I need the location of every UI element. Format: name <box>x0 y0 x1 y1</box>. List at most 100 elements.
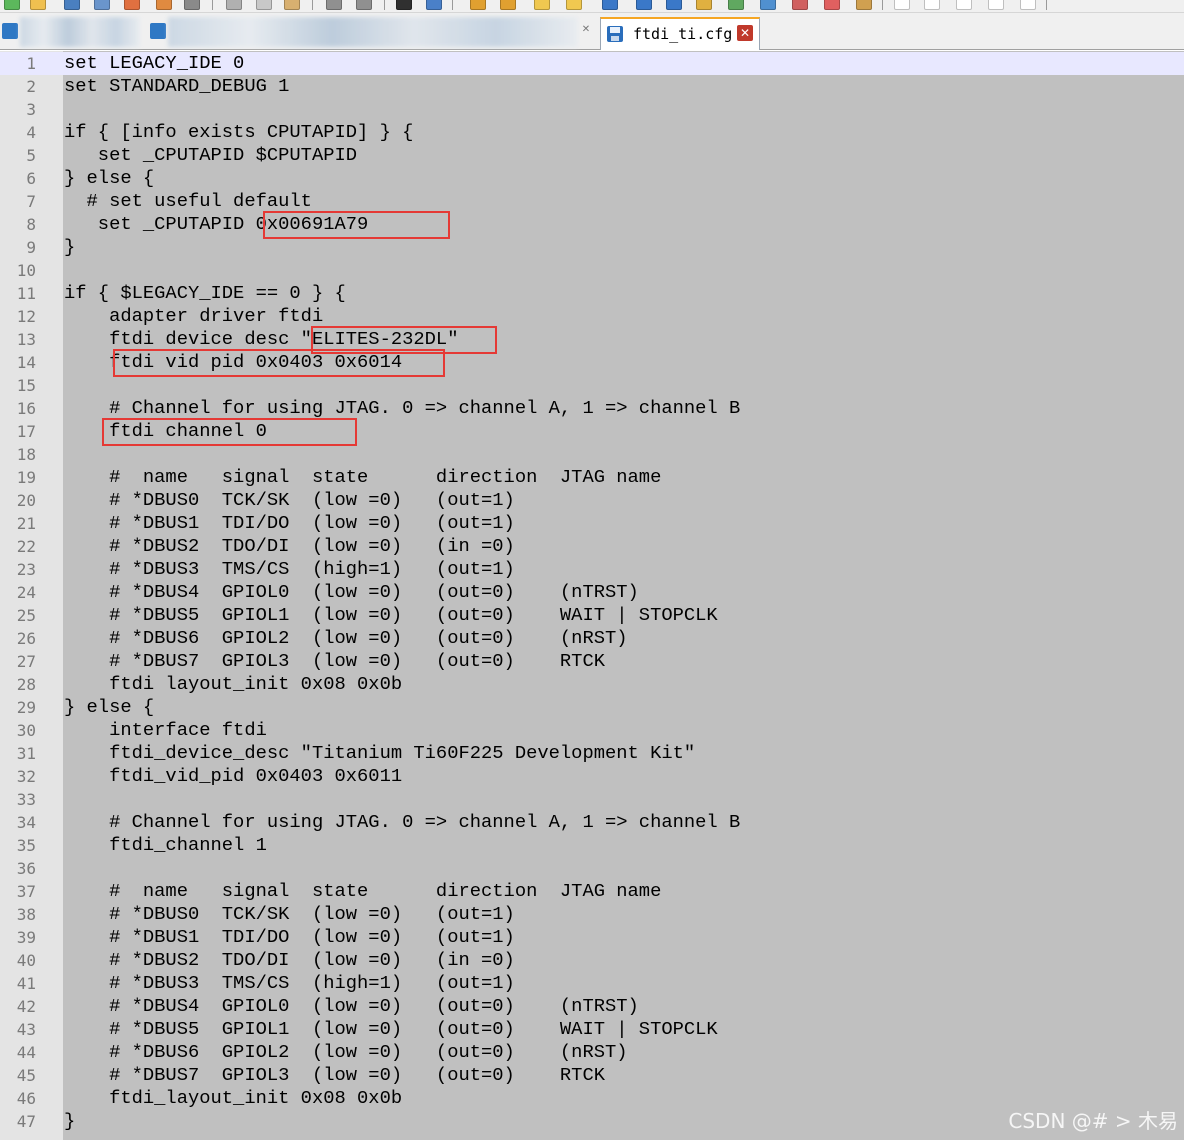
folder-workspace-icon[interactable] <box>792 0 808 10</box>
save-icon[interactable] <box>64 0 80 10</box>
save-all-icon[interactable] <box>94 0 110 10</box>
code-line[interactable]: 24 # *DBUS4 GPIOL0 (low =0) (out=0) (nTR… <box>0 581 1184 604</box>
code-line[interactable]: 2 set STANDARD_DEBUG 1 <box>0 75 1184 98</box>
code-line[interactable]: 9} <box>0 236 1184 259</box>
zoom-out-icon[interactable] <box>500 0 516 10</box>
macro-extra-icon[interactable] <box>1020 0 1036 10</box>
code-line[interactable]: 40 # *DBUS2 TDO/DI (low =0) (in =0) <box>0 949 1184 972</box>
line-text: # *DBUS4 GPIOL0 (low =0) (out=0) (nTRST) <box>64 995 639 1017</box>
file-saved-icon <box>607 26 623 42</box>
code-line[interactable]: 29} else { <box>0 696 1184 719</box>
close-all-icon[interactable] <box>156 0 172 10</box>
replace-icon[interactable] <box>426 0 442 10</box>
code-line[interactable]: 27 # *DBUS7 GPIOL3 (low =0) (out=0) RTCK <box>0 650 1184 673</box>
code-line[interactable]: 13 ftdi device desc "ELITES-232DL" <box>0 328 1184 351</box>
toolbar-separator <box>312 0 313 10</box>
macro-run-multiple-icon[interactable] <box>956 0 972 10</box>
code-line[interactable]: 1 set LEGACY_IDE 0 <box>0 52 1184 75</box>
code-line[interactable]: 35 ftdi_channel 1 <box>0 834 1184 857</box>
undo-icon[interactable] <box>326 0 342 10</box>
code-line[interactable]: 36 <box>0 857 1184 880</box>
sync-scroll-h-icon[interactable] <box>566 0 582 10</box>
code-line[interactable]: 4 if { [info exists CPUTAPID] } { <box>0 121 1184 144</box>
doc-map-icon[interactable] <box>728 0 744 10</box>
code-line[interactable]: 3 <box>0 98 1184 121</box>
macro-stop-icon[interactable] <box>894 0 910 10</box>
code-line[interactable]: 8 set _CPUTAPID 0x00691A79 <box>0 213 1184 236</box>
toolbar-separator <box>1046 0 1047 10</box>
new-file-icon[interactable] <box>4 0 20 10</box>
code-line[interactable]: 16 # Channel for using JTAG. 0 => channe… <box>0 397 1184 420</box>
close-icon[interactable] <box>124 0 140 10</box>
tab-blurred-1[interactable] <box>20 17 140 47</box>
code-line[interactable]: 10 <box>0 259 1184 282</box>
code-line[interactable]: 38 # *DBUS0 TCK/SK (low =0) (out=1) <box>0 903 1184 926</box>
macro-save-icon[interactable] <box>988 0 1004 10</box>
code-line[interactable]: 5 set _CPUTAPID $CPUTAPID <box>0 144 1184 167</box>
toolbar-separator <box>452 0 453 10</box>
code-line[interactable]: 20 # *DBUS0 TCK/SK (low =0) (out=1) <box>0 489 1184 512</box>
macro-play-icon[interactable] <box>924 0 940 10</box>
code-line[interactable]: 34 # Channel for using JTAG. 0 => channe… <box>0 811 1184 834</box>
find-icon[interactable] <box>396 0 412 10</box>
code-line[interactable]: 28 ftdi layout_init 0x08 0x0b <box>0 673 1184 696</box>
code-line[interactable]: 6} else { <box>0 167 1184 190</box>
code-line[interactable]: 45 # *DBUS7 GPIOL3 (low =0) (out=0) RTCK <box>0 1064 1184 1087</box>
open-file-icon[interactable] <box>30 0 46 10</box>
code-line[interactable]: 43 # *DBUS5 GPIOL1 (low =0) (out=0) WAIT… <box>0 1018 1184 1041</box>
code-editor[interactable]: 1 set LEGACY_IDE 0 2 set STANDARD_DEBUG 134… <box>0 51 1184 1140</box>
paste-icon[interactable] <box>284 0 300 10</box>
code-line[interactable]: 30 interface ftdi <box>0 719 1184 742</box>
line-text: # *DBUS6 GPIOL2 (low =0) (out=0) (nRST) <box>64 1041 628 1063</box>
indent-guide-icon[interactable] <box>666 0 682 10</box>
record-macro-icon[interactable] <box>856 0 872 10</box>
code-line[interactable]: 46 ftdi_layout_init 0x08 0x0b <box>0 1087 1184 1110</box>
monitor-icon[interactable] <box>824 0 840 10</box>
code-line[interactable]: 23 # *DBUS3 TMS/CS (high=1) (out=1) <box>0 558 1184 581</box>
language-icon[interactable] <box>696 0 712 10</box>
line-number: 36 <box>16 859 36 878</box>
code-line[interactable]: 33 <box>0 788 1184 811</box>
tab-blurred-2[interactable] <box>168 17 578 47</box>
code-line[interactable]: 18 <box>0 443 1184 466</box>
redo-icon[interactable] <box>356 0 372 10</box>
code-line[interactable]: 42 # *DBUS4 GPIOL0 (low =0) (out=0) (nTR… <box>0 995 1184 1018</box>
line-number: 37 <box>16 882 36 901</box>
word-wrap-icon[interactable] <box>602 0 618 10</box>
watermark: CSDN @# > 木易 <box>1008 1109 1178 1133</box>
code-line[interactable]: 22 # *DBUS2 TDO/DI (low =0) (in =0) <box>0 535 1184 558</box>
code-line[interactable]: 12 adapter driver ftdi <box>0 305 1184 328</box>
line-number: 33 <box>16 790 36 809</box>
line-text: # Channel for using JTAG. 0 => channel A… <box>64 811 741 833</box>
line-text: set STANDARD_DEBUG 1 <box>64 75 290 97</box>
code-line[interactable]: 19 # name signal state direction JTAG na… <box>0 466 1184 489</box>
code-line[interactable]: 11 if { $LEGACY_IDE == 0 } { <box>0 282 1184 305</box>
code-line[interactable]: 31 ftdi_device_desc "Titanium Ti60F225 D… <box>0 742 1184 765</box>
code-line[interactable]: 26 # *DBUS6 GPIOL2 (low =0) (out=0) (nRS… <box>0 627 1184 650</box>
code-line[interactable]: 39 # *DBUS1 TDI/DO (low =0) (out=1) <box>0 926 1184 949</box>
line-text: # *DBUS1 TDI/DO (low =0) (out=1) <box>64 512 515 534</box>
code-line[interactable]: 21 # *DBUS1 TDI/DO (low =0) (out=1) <box>0 512 1184 535</box>
show-all-chars-icon[interactable] <box>636 0 652 10</box>
zoom-in-icon[interactable] <box>470 0 486 10</box>
highlight-box-line-14 <box>113 349 445 377</box>
code-line[interactable]: 15 <box>0 374 1184 397</box>
function-list-icon[interactable] <box>760 0 776 10</box>
tab-close-blurred-icon[interactable]: ✕ <box>580 24 592 36</box>
code-line[interactable]: 7 # set useful default <box>0 190 1184 213</box>
code-line[interactable]: 32 ftdi_vid_pid 0x0403 0x6011 <box>0 765 1184 788</box>
code-line[interactable]: 41 # *DBUS3 TMS/CS (high=1) (out=1) <box>0 972 1184 995</box>
print-icon[interactable] <box>184 0 200 10</box>
copy-icon[interactable] <box>256 0 272 10</box>
line-text: ftdi_channel 1 <box>64 834 267 856</box>
sync-scroll-v-icon[interactable] <box>534 0 550 10</box>
cut-icon[interactable] <box>226 0 242 10</box>
tab-close-icon[interactable]: ✕ <box>737 25 753 41</box>
line-number: 20 <box>16 491 36 510</box>
code-line[interactable]: 44 # *DBUS6 GPIOL2 (low =0) (out=0) (nRS… <box>0 1041 1184 1064</box>
code-line[interactable]: 47} <box>0 1110 1184 1133</box>
tab-ftdi-ti-cfg[interactable]: ftdi_ti.cfg ✕ <box>600 17 760 50</box>
code-line[interactable]: 37 # name signal state direction JTAG na… <box>0 880 1184 903</box>
code-line[interactable]: 25 # *DBUS5 GPIOL1 (low =0) (out=0) WAIT… <box>0 604 1184 627</box>
line-text: ftdi layout_init 0x08 0x0b <box>64 673 403 695</box>
